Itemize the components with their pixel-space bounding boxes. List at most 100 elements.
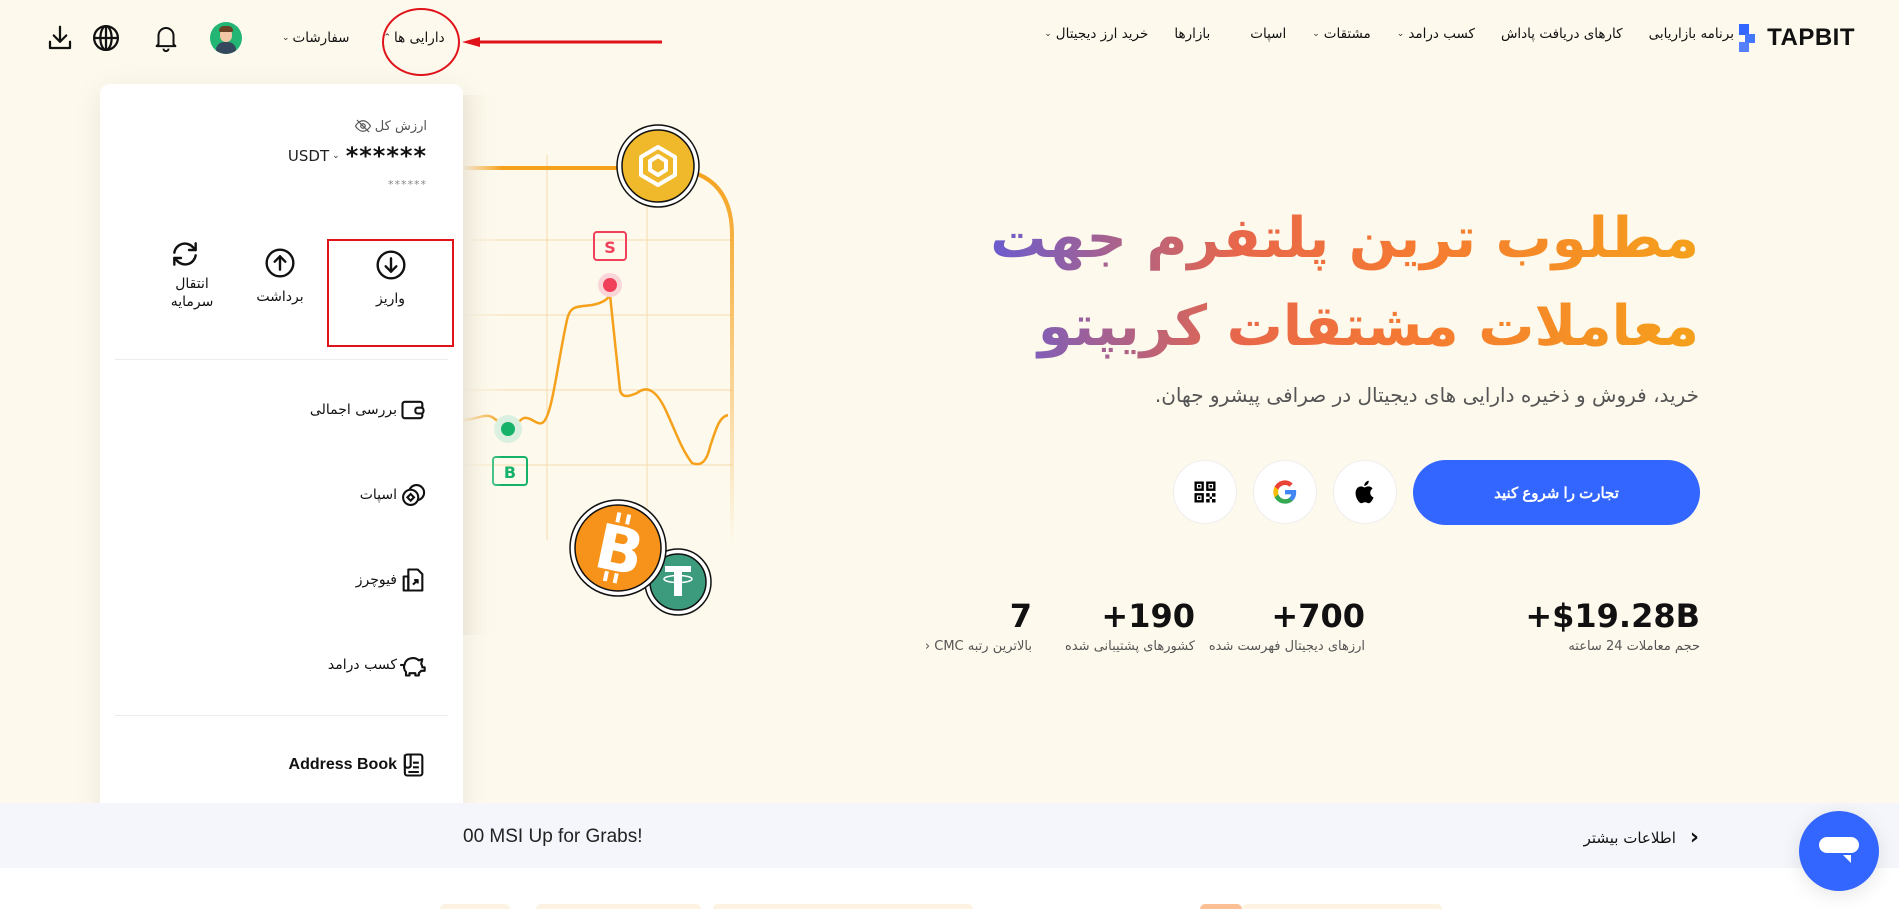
divider <box>115 715 448 716</box>
chevron-down-icon: ⌄ <box>332 151 340 161</box>
notifications-button[interactable] <box>146 18 186 58</box>
tapbit-logo[interactable]: TAPBIT <box>1739 24 1855 52</box>
header-tools: سفارشات ⌄ دارایی ها ⌃ <box>40 18 445 58</box>
stat-value: 7 <box>1009 597 1032 635</box>
content-section <box>0 868 1899 909</box>
btc-coin-icon: B <box>569 499 667 597</box>
chevron-left-icon: ‹ <box>1689 825 1699 850</box>
language-button[interactable] <box>86 18 126 58</box>
chevron-down-icon: ⌄ <box>1396 29 1405 39</box>
nav-label: بازارها <box>1174 26 1211 42</box>
nav-label: کارهای دریافت پاداش <box>1500 26 1623 42</box>
stat-value: +$19.28B <box>1525 597 1700 635</box>
menu-item-overview[interactable]: بررسی اجمالی <box>310 396 427 424</box>
download-button[interactable] <box>40 18 80 58</box>
assets-label: دارایی ها <box>394 30 445 46</box>
withdraw-button[interactable]: برداشت <box>240 247 320 305</box>
trading-chart-illustration: S B B <box>462 95 734 635</box>
apple-login-button[interactable] <box>1333 460 1397 524</box>
stat-cmc-rank[interactable]: 7 بالاترین رتبه CMC ‹ <box>925 597 1132 654</box>
eye-off-icon[interactable] <box>354 118 372 134</box>
start-trading-button[interactable]: تجارت را شروع کنید <box>1413 460 1700 525</box>
withdraw-label: برداشت <box>256 289 304 305</box>
nav-label: کسب درامد <box>1408 26 1475 42</box>
buy-point <box>501 422 515 436</box>
sell-marker: S <box>604 238 616 257</box>
sub-value-masked: ****** <box>388 178 427 191</box>
divider <box>115 359 448 360</box>
chevron-down-icon: ⌄ <box>282 33 290 43</box>
menu-item-futures[interactable]: فیوچرز <box>356 566 427 594</box>
nav-reward-tasks[interactable]: کارهای دریافت پاداش <box>1501 26 1623 42</box>
menu-label: بررسی اجمالی <box>309 402 397 418</box>
nav-label: برنامه بازاریابی <box>1648 26 1734 42</box>
brand-name: TAPBIT <box>1767 24 1855 51</box>
globe-icon <box>93 25 119 51</box>
download-icon <box>48 25 72 50</box>
menu-item-spot[interactable]: اسپات <box>360 481 427 509</box>
orders-label: سفارشات <box>292 30 350 46</box>
refresh-icon <box>173 242 197 266</box>
hero-subtitle: خرید، فروش و ذخیره دارایی های دیجیتال در… <box>1154 383 1699 407</box>
hero-title: مطلوب ترین پلتفرم جهت معاملات مشتقات کری… <box>990 195 1699 371</box>
card-edge <box>440 904 510 909</box>
learn-more-link[interactable]: ‹ اطلاعات بیشتر <box>1584 825 1699 850</box>
piggy-bank-icon <box>400 657 426 677</box>
sell-point <box>603 278 617 292</box>
transfer-funds-button[interactable]: انتقال سرمایه <box>150 238 220 311</box>
deposit-highlight-annotation: واریز <box>327 239 454 347</box>
transfer-label: انتقال سرمایه <box>170 276 214 310</box>
chevron-up-icon: ⌃ <box>383 33 392 43</box>
hero-title-line-1: مطلوب ترین پلتفرم جهت <box>990 206 1699 271</box>
nav-markets[interactable]: بازارها <box>1174 26 1210 42</box>
menu-label: کسب درامد <box>327 657 397 673</box>
total-value-label-text: ارزش کل <box>374 118 427 134</box>
nav-buy-crypto[interactable]: خرید ارز دیجیتال ⌄ <box>1044 26 1148 42</box>
buy-marker: B <box>504 463 516 482</box>
learn-more-label: اطلاعات بیشتر <box>1583 828 1676 847</box>
address-book-icon <box>403 753 424 777</box>
promo-banner: 00 MSI Up for Grabs! ‹ اطلاعات بیشتر <box>0 803 1899 868</box>
menu-label: اسپات <box>359 487 397 503</box>
promo-text: 00 MSI Up for Grabs! <box>463 826 643 847</box>
currency-label: USDT <box>287 147 330 165</box>
qr-login-button[interactable] <box>1173 460 1237 524</box>
deposit-label: واریز <box>375 291 406 307</box>
futures-icon <box>402 568 424 592</box>
card-edge <box>1242 904 1442 909</box>
card-edge <box>713 904 973 909</box>
avatar[interactable] <box>210 22 242 54</box>
qr-code-icon <box>1194 481 1216 503</box>
menu-label: فیوچرز <box>355 572 397 588</box>
chevron-left-icon: ‹ <box>924 639 931 654</box>
chart-grid <box>462 155 732 540</box>
total-value-label: ارزش کل <box>354 118 427 134</box>
menu-item-address-book[interactable]: Address Book <box>289 751 427 779</box>
chevron-down-icon: ⌄ <box>1044 29 1052 39</box>
nav-earn[interactable]: کسب درامد ⌄ <box>1397 26 1475 42</box>
stat-label: بالاترین رتبه CMC ‹ <box>924 639 1032 654</box>
card-edge <box>1200 904 1242 909</box>
apple-icon <box>1355 480 1374 504</box>
orders-menu[interactable]: سفارشات ⌄ <box>282 30 349 46</box>
nav-affiliate-program[interactable]: برنامه بازاریابی <box>1649 26 1734 42</box>
total-value-masked: ****** <box>345 142 427 170</box>
bell-icon <box>155 27 177 53</box>
top-navigation-bar: TAPBIT خرید ارز دیجیتال ⌄ بازارها اسپات م… <box>0 0 1899 76</box>
arrow-down-circle-icon <box>375 250 406 280</box>
assets-dropdown-panel: ارزش کل USDT ⌄ ****** ****** انتقال سرمایه… <box>100 84 463 902</box>
coins-icon <box>402 484 426 506</box>
nav-derivatives[interactable]: مشتقات ⌄ <box>1312 26 1371 42</box>
google-login-button[interactable] <box>1253 460 1317 524</box>
menu-label: Address Book <box>288 756 397 773</box>
assets-menu[interactable]: دارایی ها ⌃ <box>383 30 444 46</box>
chevron-down-icon: ⌄ <box>1312 29 1320 39</box>
main-nav: خرید ارز دیجیتال ⌄ بازارها اسپات مشتقات ⌄ … <box>1006 26 1734 42</box>
deposit-button[interactable]: واریز <box>329 241 452 345</box>
support-chat-button[interactable] <box>1799 811 1879 891</box>
total-value: USDT ⌄ ****** <box>288 142 427 170</box>
currency-selector[interactable]: USDT ⌄ <box>288 147 340 165</box>
card-edge <box>536 904 701 909</box>
nav-spot[interactable]: اسپات <box>1250 26 1286 42</box>
menu-item-earn[interactable]: کسب درامد <box>328 651 427 679</box>
